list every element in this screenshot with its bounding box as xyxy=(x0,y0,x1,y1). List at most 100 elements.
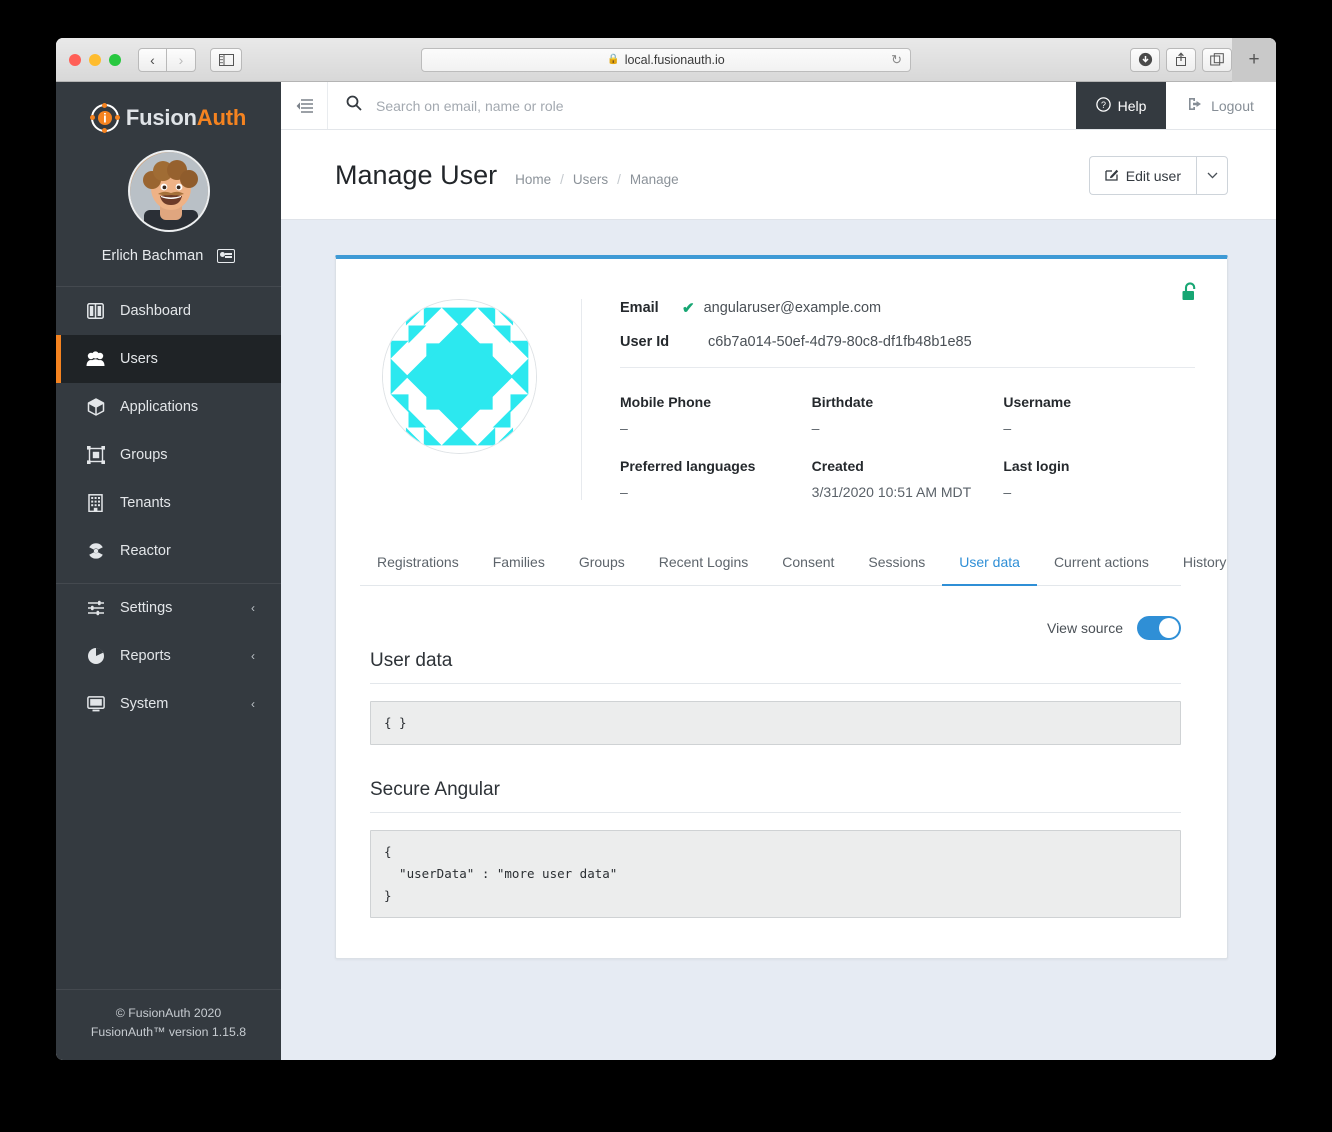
user-details: Email ✔ angularuser@example.com User Id … xyxy=(581,299,1195,500)
tab-user-data[interactable]: User data xyxy=(942,542,1037,586)
sidebar-item-groups[interactable]: Groups xyxy=(56,431,281,479)
brand-logo[interactable]: i FusionAuth xyxy=(56,82,281,133)
search-input[interactable] xyxy=(376,97,1076,114)
user-attributes-grid: Mobile Phone – Birthdate – Username – Pr… xyxy=(620,394,1195,500)
sidebar-user-name: Erlich Bachman xyxy=(101,248,204,264)
section-divider xyxy=(370,811,1181,813)
logout-button[interactable]: Logout xyxy=(1166,82,1276,129)
breadcrumb-manage[interactable]: Manage xyxy=(630,172,679,187)
sidebar-item-label: System xyxy=(120,696,169,712)
collapse-menu-icon[interactable] xyxy=(281,82,328,129)
users-icon xyxy=(86,350,105,369)
page-title: Manage User xyxy=(335,160,498,190)
sidebar-item-users[interactable]: Users xyxy=(56,335,281,383)
attribute-label: Mobile Phone xyxy=(620,394,711,410)
window-controls[interactable] xyxy=(69,53,121,66)
attribute-label: Created xyxy=(811,458,864,474)
secure-angular-section-title: Secure Angular xyxy=(370,778,500,800)
sidebar-item-label: Reports xyxy=(120,648,171,664)
attribute-value: – xyxy=(811,420,820,436)
chevron-left-icon: ‹ xyxy=(251,649,255,663)
question-circle-icon: ? xyxy=(1095,96,1111,115)
edit-user-dropdown-toggle[interactable] xyxy=(1196,156,1228,195)
building-icon xyxy=(86,494,105,513)
avatar[interactable] xyxy=(127,150,210,232)
sidebar-item-tenants[interactable]: Tenants xyxy=(56,479,281,527)
brand-text: FusionAuth xyxy=(125,105,247,130)
radiation-icon xyxy=(86,542,105,561)
tab-families[interactable]: Families xyxy=(476,542,562,586)
sidebar-item-label: Dashboard xyxy=(120,303,191,319)
attribute-cell: Created 3/31/2020 10:51 AM MDT xyxy=(812,458,1004,500)
sidebar-item-dashboard[interactable]: Dashboard xyxy=(56,287,281,335)
sidebar-user-row[interactable]: Erlich Bachman xyxy=(56,248,281,287)
breadcrumb-home[interactable]: Home xyxy=(515,172,551,187)
tab-current-actions[interactable]: Current actions xyxy=(1037,542,1166,586)
back-button[interactable]: ‹ xyxy=(138,47,167,72)
attribute-value: – xyxy=(620,420,628,436)
sidebar: i FusionAuth Erlich Bachman Dashboard Us… xyxy=(56,82,281,1060)
sidebar-nav: Dashboard Users Applications Groups Tena… xyxy=(56,287,281,728)
email-value: angularuser@example.com xyxy=(703,300,882,316)
minimize-window-button[interactable] xyxy=(89,53,101,66)
help-button[interactable]: ? Help xyxy=(1076,82,1166,129)
edit-user-button[interactable]: Edit user xyxy=(1088,156,1196,195)
id-card-icon[interactable] xyxy=(217,249,236,263)
sidebar-item-label: Applications xyxy=(120,399,199,415)
userid-row: User Id c6b7a014-50ef-4d79-80c8-df1fb48b… xyxy=(620,334,1195,350)
lock-icon: 🔒 xyxy=(607,54,620,65)
close-window-button[interactable] xyxy=(69,53,81,66)
navigation-buttons[interactable]: ‹ › xyxy=(138,47,196,72)
user-data-code-block[interactable]: { } xyxy=(370,701,1181,745)
user-profile-section: Email ✔ angularuser@example.com User Id … xyxy=(336,259,1227,500)
url-text: local.fusionauth.io xyxy=(624,52,725,67)
download-icon[interactable] xyxy=(1130,47,1160,72)
dashboard-icon xyxy=(86,302,105,321)
sidebar-item-label: Tenants xyxy=(120,495,171,511)
new-tab-button[interactable]: + xyxy=(1232,38,1276,82)
sidebar-item-settings[interactable]: Settings ‹ xyxy=(56,584,281,632)
maximize-window-button[interactable] xyxy=(109,53,121,66)
main-column: ? Help Logout Manage User Home / Users xyxy=(281,82,1276,1060)
share-icon[interactable] xyxy=(1166,47,1196,72)
breadcrumb-users[interactable]: Users xyxy=(573,172,608,187)
view-source-toggle[interactable] xyxy=(1137,616,1181,640)
fusionauth-logo-icon: i xyxy=(89,103,120,133)
search-area[interactable] xyxy=(328,82,1076,129)
user-card: Email ✔ angularuser@example.com User Id … xyxy=(335,255,1228,959)
tab-bar: Registrations Families Groups Recent Log… xyxy=(360,542,1226,586)
tab-history[interactable]: History xyxy=(1166,542,1244,586)
check-icon: ✔ xyxy=(682,300,695,317)
sidebar-item-label: Reactor xyxy=(120,543,171,559)
tab-sessions[interactable]: Sessions xyxy=(851,542,942,586)
tab-recent-logins[interactable]: Recent Logins xyxy=(642,542,766,586)
sidebar-item-applications[interactable]: Applications xyxy=(56,383,281,431)
attribute-value: – xyxy=(1003,484,1012,500)
unlock-icon[interactable] xyxy=(1180,281,1200,310)
sidebar-item-system[interactable]: System ‹ xyxy=(56,680,281,728)
secure-angular-code-block[interactable]: { "userData" : "more user data" } xyxy=(370,829,1181,918)
desktop-background: ‹ › 🔒 local.fusionauth.io ↻ + i FusionAu… xyxy=(0,0,1332,1132)
attribute-label: Preferred languages xyxy=(620,458,756,474)
attribute-label: Birthdate xyxy=(811,394,874,410)
breadcrumb: Home / Users / Manage xyxy=(515,165,679,187)
tab-registrations[interactable]: Registrations xyxy=(360,542,476,586)
sidebar-item-reports[interactable]: Reports ‹ xyxy=(56,632,281,680)
sidebar-item-reactor[interactable]: Reactor xyxy=(56,527,281,575)
top-bar: ? Help Logout xyxy=(281,82,1276,130)
sign-out-icon xyxy=(1188,97,1204,114)
pie-chart-icon xyxy=(86,647,105,666)
application-root: i FusionAuth Erlich Bachman Dashboard Us… xyxy=(56,82,1276,1060)
sidebar-toggle-icon[interactable] xyxy=(210,47,242,72)
user-identicon xyxy=(382,299,537,454)
tab-groups[interactable]: Groups xyxy=(562,542,642,586)
tab-consent[interactable]: Consent xyxy=(765,542,851,586)
reload-icon[interactable]: ↻ xyxy=(891,52,902,68)
monitor-icon xyxy=(86,695,105,714)
address-bar[interactable]: 🔒 local.fusionauth.io ↻ xyxy=(421,47,911,72)
userid-value: c6b7a014-50ef-4d79-80c8-df1fb48b1e85 xyxy=(708,334,972,350)
tab-overview-icon[interactable] xyxy=(1202,47,1232,72)
browser-window: ‹ › 🔒 local.fusionauth.io ↻ + i FusionAu… xyxy=(56,38,1276,1060)
edit-user-label: Edit user xyxy=(1125,167,1181,184)
forward-button[interactable]: › xyxy=(167,47,196,72)
